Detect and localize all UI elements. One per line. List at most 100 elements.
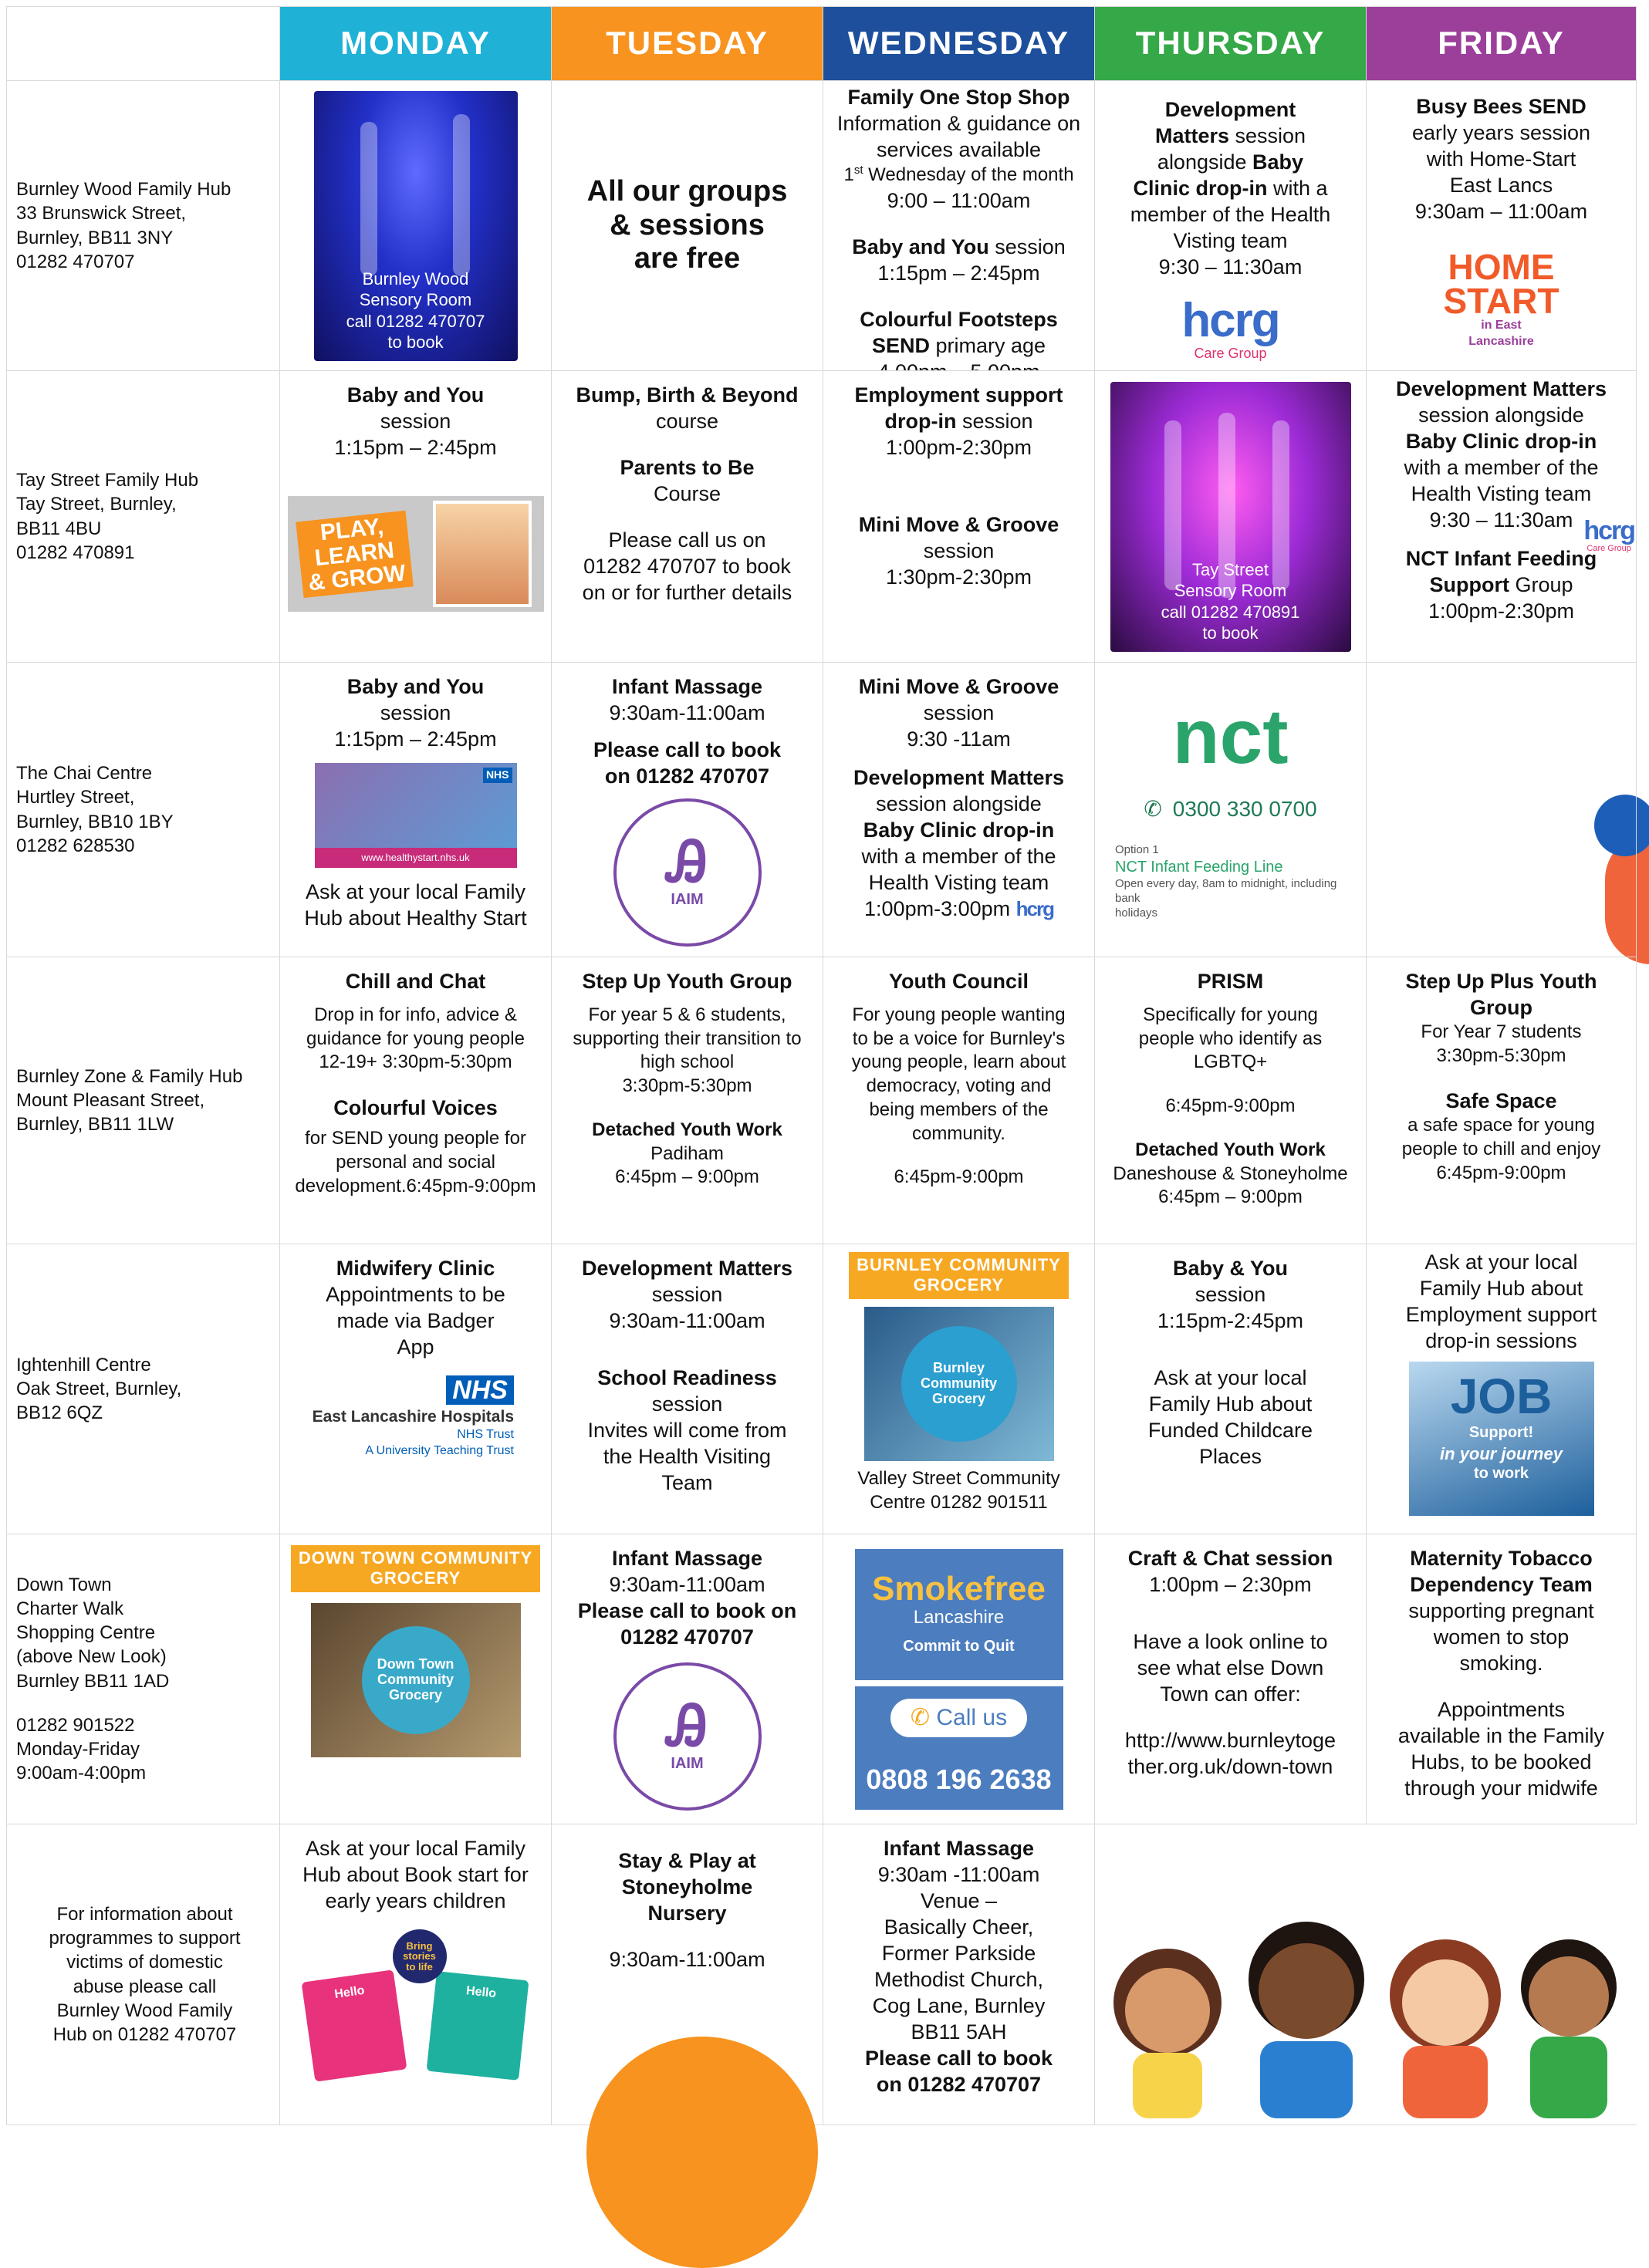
session-detail: session: [380, 701, 451, 725]
cell-tue-burnley-wood: All our groups & sessions are free: [552, 81, 823, 371]
free-notice: All our groups: [586, 174, 788, 208]
info-text: drop-in sessions: [1425, 1329, 1577, 1353]
location-address: 33 Brunswick Street,: [16, 203, 187, 224]
info-text: Ask at your local: [1154, 1366, 1307, 1390]
venue-info: BB11 5AH: [911, 2020, 1007, 2044]
info-text: Ask at your local Family: [305, 880, 526, 904]
cell-thu-tay-street: Tay Street Sensory Room call 01282 470891…: [1095, 371, 1367, 663]
call-us-panel: ✆ Call us 0808 196 2638: [854, 1686, 1063, 1810]
nct-line: NCT Infant Feeding Line: [1115, 858, 1283, 876]
down-town-link[interactable]: ther.org.uk/down-town: [1128, 1753, 1333, 1780]
session-detail: drop-in session: [884, 410, 1033, 434]
location-chai-centre: The Chai Centre Hurtley Street, Burnley,…: [7, 663, 280, 957]
session-detail: women to stop: [1433, 1625, 1570, 1649]
session-detail: session: [651, 1283, 723, 1307]
location-address: Burnley, BB11 1LW: [16, 1114, 174, 1136]
session-time: 6:45pm – 9:00pm: [615, 1166, 759, 1188]
location-burnley-zone: Burnley Zone & Family Hub Mount Pleasant…: [7, 957, 280, 1244]
session-title: Step Up Plus Youth: [1405, 970, 1597, 993]
session-detail: session alongside: [1418, 403, 1584, 427]
location-name: Burnley Wood Family Hub: [16, 179, 231, 201]
info-text: Family Hub about: [1148, 1392, 1313, 1416]
session-detail: available in the Family: [1397, 1724, 1605, 1748]
session-title: Development Matters: [581, 1257, 793, 1280]
cell-tue-tay-street: Bump, Birth & Beyond course Parents to B…: [552, 371, 823, 663]
nhs-elht-logo: NHS East Lancashire Hospitals NHS Trust …: [312, 1375, 514, 1457]
iaim-logo: Ꭿ IAIM: [613, 798, 762, 947]
session-title: Colourful Footsteps: [860, 307, 1058, 331]
child-face: [1259, 1943, 1354, 2039]
session-title: NCT Infant Feeding: [1405, 547, 1597, 571]
session-detail: to be a voice for Burnley's: [852, 1028, 1066, 1049]
community-grocery-image: Burnley Community Grocery: [863, 1306, 1054, 1461]
nct-hours: Open every day, 8am to midnight, includi…: [1115, 876, 1337, 905]
location-phone: 01282 470891: [16, 542, 135, 563]
session-detail: democracy, voting and: [866, 1075, 1052, 1097]
hcrg-logo: hcrg Care Group: [1181, 294, 1280, 362]
session-detail: East Lancs: [1449, 174, 1553, 197]
session-detail: supporting pregnant: [1408, 1599, 1594, 1623]
booking-info: on or for further details: [582, 581, 792, 605]
session-title: Detached Youth Work: [592, 1119, 782, 1140]
session-detail: young people, learn about: [851, 1051, 1066, 1073]
session-detail: Appointments to be: [326, 1283, 505, 1307]
session-detail: supporting their transition to: [573, 1028, 802, 1049]
cell-fri-chai-centre: [1367, 663, 1637, 957]
cell-wed-burnley-wood: Family One Stop Shop Information & guida…: [823, 81, 1095, 371]
cell-fri-burnley-wood: Busy Bees SEND early years session with …: [1367, 81, 1637, 371]
cell-mon-burnley-wood: Burnley Wood Sensory Room call 01282 4707…: [280, 81, 552, 371]
venue-info: Venue –: [920, 1889, 998, 1913]
children-illustration: [1113, 1922, 1617, 2118]
location-phone: 01282 470707: [16, 251, 135, 272]
session-title: Busy Bees SEND: [1416, 95, 1586, 118]
session-detail: Health Visting team: [868, 871, 1049, 895]
session-time: 1:00pm-3:00pm hcrg: [864, 897, 1055, 921]
booking-info: 01282 470707 to book: [583, 555, 791, 579]
session-detail: the Health Visiting: [603, 1445, 772, 1469]
child-body: [1133, 2053, 1202, 2118]
location-address: Burnley, BB11 3NY: [16, 227, 174, 248]
venue-info: Centre 01282 901511: [870, 1491, 1048, 1513]
session-time: 6:45pm-9:00pm: [1165, 1095, 1296, 1117]
session-detail: a safe space for young: [1407, 1115, 1595, 1136]
session-time: 9:30am-11:00am: [609, 1573, 765, 1597]
session-detail: development.6:45pm-9:00pm: [295, 1175, 536, 1196]
session-detail: smoking.: [1459, 1652, 1543, 1676]
session-time: 1:00pm-2:30pm: [885, 436, 1032, 460]
decorative-orange-semicircle: [586, 2037, 818, 2268]
cell-thu-burnley-zone: PRISM Specifically for young people who …: [1095, 957, 1367, 1244]
down-town-grocery-image: Down Town Community Grocery: [310, 1602, 521, 1757]
session-detail: made via Badger: [336, 1309, 495, 1333]
session-time: 1:00pm-2:30pm: [1428, 599, 1575, 623]
session-detail: with Home-Start: [1426, 147, 1576, 171]
sensory-room-photo: Tay Street Sensory Room call 01282 470891…: [1110, 381, 1351, 652]
session-time: 9:30am – 11:00am: [1414, 200, 1588, 224]
session-time: 3:30pm-5:30pm: [622, 1075, 752, 1097]
cell-tue-down-town: Infant Massage 9:30am-11:00am Please cal…: [552, 1534, 823, 1824]
info-text: victims of domestic: [66, 1952, 223, 1973]
child-face: [1529, 1956, 1609, 2037]
info-text: programmes to support: [49, 1928, 241, 1949]
location-tay-street: Tay Street Family Hub Tay Street, Burnle…: [7, 371, 280, 663]
session-title: Bump, Birth & Beyond: [576, 383, 799, 407]
session-time: 9:30am-11:00am: [609, 1309, 765, 1333]
cell-mon-down-town: DOWN TOWN COMMUNITY GROCERY Down Town Comm…: [280, 1534, 552, 1824]
info-text: Town can offer:: [1160, 1682, 1301, 1706]
header-thursday: THURSDAY: [1095, 7, 1367, 81]
session-title: Baby and You: [346, 383, 485, 407]
info-text: Hub about Healthy Start: [304, 906, 527, 930]
call-us-button: ✆ Call us: [890, 1698, 1028, 1737]
location-address: Hurtley Street,: [16, 787, 135, 808]
location-name: Burnley Zone & Family Hub: [16, 1065, 243, 1087]
session-time: 9:30 -11am: [907, 727, 1011, 751]
cell-mon-book-start: Ask at your local Family Hub about Book …: [280, 1824, 552, 2125]
location-phone: 01282 901522: [16, 1714, 135, 1736]
session-detail: people who identify as: [1138, 1028, 1323, 1049]
phone-icon: ✆: [1144, 797, 1162, 822]
info-text: Hub on 01282 470707: [52, 2023, 237, 2045]
info-text: Ask at your local: [1424, 1250, 1578, 1274]
session-detail: Team: [661, 1471, 713, 1495]
info-text: Funded Childcare: [1147, 1419, 1313, 1443]
down-town-link[interactable]: http://www.burnleytoge: [1125, 1727, 1336, 1753]
booking-info: Please call to book: [593, 738, 782, 762]
